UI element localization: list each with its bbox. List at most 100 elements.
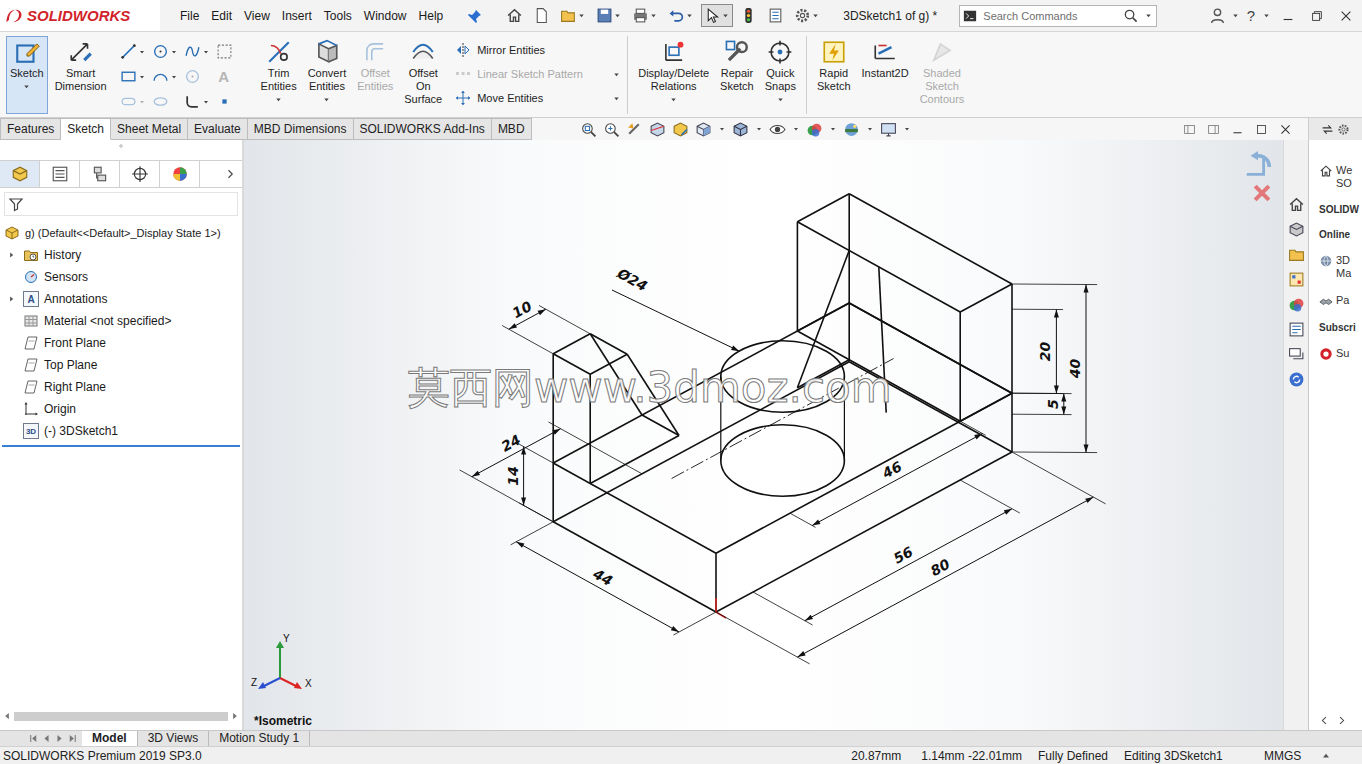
sketch-line[interactable] — [552, 463, 554, 522]
horizontal-scrollbar[interactable] — [0, 708, 242, 724]
dimension-text[interactable]: 56 — [891, 543, 916, 566]
dimension-text[interactable]: 10 — [510, 298, 535, 321]
sketch-tool[interactable] — [152, 64, 184, 89]
task-pane-link[interactable]: WeSO — [1319, 164, 1362, 190]
view-orientation-icon[interactable] — [695, 121, 712, 138]
view-palette-icon[interactable] — [1288, 271, 1305, 288]
sketch-line[interactable] — [960, 284, 1012, 312]
tree-item[interactable]: 3D(-) 3DSketch1 — [0, 420, 242, 442]
sketch-line[interactable] — [849, 194, 1012, 284]
zoom-area-icon[interactable] — [603, 121, 620, 138]
tree-item[interactable]: Sensors — [0, 266, 242, 288]
linear-dimension[interactable]: 80 — [716, 452, 1106, 664]
chevron-right-icon[interactable] — [1336, 715, 1347, 726]
exit-sketch-icon[interactable] — [1243, 150, 1273, 180]
command-button[interactable]: Trim Entities — [257, 36, 301, 114]
dimension-text[interactable]: 14 — [505, 466, 521, 485]
command-tab[interactable]: Sheet Metal — [111, 118, 188, 140]
appearance-icon[interactable] — [806, 121, 823, 138]
sketch-line[interactable] — [642, 415, 679, 436]
sketch-tool[interactable] — [184, 39, 216, 64]
quick-access-button[interactable] — [629, 4, 661, 27]
minimize-icon[interactable] — [1231, 123, 1244, 136]
task-pane-link[interactable]: Su — [1319, 347, 1362, 361]
dimension-text[interactable]: 44 — [590, 565, 616, 589]
model-tab[interactable]: Model — [82, 731, 138, 746]
command-button[interactable]: Smart Dimension — [51, 36, 111, 114]
brand[interactable]: SOLIDWORKS — [0, 0, 160, 31]
rollback-bar[interactable] — [2, 445, 240, 447]
stack-caret[interactable] — [612, 70, 621, 79]
tree-item[interactable]: Top Plane — [0, 354, 242, 376]
search-box[interactable]: Search Commands — [959, 5, 1157, 27]
command-tab[interactable]: Evaluate — [188, 118, 248, 140]
quick-access-button[interactable] — [791, 4, 823, 27]
quick-access-button[interactable] — [530, 4, 553, 27]
search-icon[interactable] — [1123, 8, 1138, 23]
sketch-line[interactable] — [553, 463, 716, 553]
task-pane-link[interactable]: Pa — [1319, 294, 1362, 308]
tree-root[interactable]: g) (Default<<Default>_Display State 1>) — [0, 222, 242, 244]
hide-show-icon[interactable] — [769, 121, 786, 138]
model-tab[interactable]: 3D Views — [138, 731, 209, 746]
chevron-left-icon[interactable] — [1319, 715, 1330, 726]
tree-expander[interactable] — [6, 250, 18, 260]
menu-item[interactable]: Insert — [276, 7, 318, 25]
command-button[interactable]: Rapid Sketch — [813, 36, 855, 114]
menu-item[interactable]: Tools — [318, 7, 358, 25]
sketch-line[interactable] — [716, 393, 1012, 553]
previous-view-icon[interactable] — [626, 121, 643, 138]
sketch-line[interactable] — [590, 334, 627, 355]
dimension-text[interactable]: Ø24 — [614, 265, 650, 295]
menu-item[interactable]: View — [238, 7, 276, 25]
command-button[interactable]: Display/Delete Relations — [634, 36, 713, 114]
sketch-line[interactable] — [797, 222, 799, 331]
linear-dimension[interactable]: 10 — [502, 298, 590, 354]
sketch-tool[interactable] — [184, 89, 216, 114]
panel-tab[interactable] — [120, 161, 160, 187]
command-button[interactable]: Quick Snaps — [761, 36, 800, 114]
nav-next-icon[interactable] — [54, 733, 65, 744]
appearance-icon[interactable] — [1288, 296, 1305, 313]
custom-properties-icon[interactable] — [1288, 321, 1305, 338]
tree-item[interactable]: History — [0, 244, 242, 266]
model-tab[interactable]: Motion Study 1 — [209, 731, 310, 746]
tile-left-icon[interactable] — [1183, 123, 1196, 136]
menu-item[interactable]: File — [174, 7, 205, 25]
sketch-line[interactable] — [553, 522, 716, 612]
linear-dimension[interactable]: 24 — [460, 422, 642, 522]
panel-grip[interactable] — [0, 140, 242, 152]
command-button[interactable]: Offset Entities — [353, 36, 397, 114]
nav-last-icon[interactable] — [67, 733, 78, 744]
arrows-swap-icon[interactable] — [1321, 123, 1334, 136]
design-library-icon[interactable] — [1288, 221, 1305, 238]
sketch-line[interactable] — [1011, 284, 1013, 393]
tree-filter[interactable] — [4, 192, 238, 216]
sketch-tool[interactable] — [152, 39, 184, 64]
tree-item[interactable]: Origin — [0, 398, 242, 420]
sketch-tool[interactable] — [120, 64, 152, 89]
quick-access-button[interactable] — [557, 4, 589, 27]
quick-access-button[interactable] — [503, 4, 526, 27]
sketch-line[interactable] — [797, 194, 849, 222]
scene-icon[interactable] — [843, 121, 860, 138]
file-explorer-icon[interactable] — [1288, 246, 1305, 263]
quick-access-button[interactable] — [701, 4, 733, 27]
command-button[interactable]: Offset On Surface — [400, 36, 446, 114]
dimension-text[interactable]: 20 — [1037, 342, 1053, 362]
command-tab[interactable]: SOLIDWORKS Add-Ins — [354, 118, 492, 140]
refresh-icon[interactable] — [1288, 371, 1305, 388]
tree-expander[interactable] — [6, 294, 18, 304]
pin-menu[interactable] — [467, 8, 483, 24]
linear-dimension[interactable]: 56 — [753, 480, 1020, 625]
gear-icon[interactable] — [1337, 123, 1350, 136]
stack-command[interactable]: Move Entities — [455, 90, 621, 106]
nav-prev-icon[interactable] — [41, 733, 52, 744]
nav-prev-icon[interactable] — [2, 711, 12, 721]
panel-tab[interactable] — [80, 161, 120, 187]
quick-access-button[interactable] — [593, 4, 625, 27]
sketch-tool[interactable] — [184, 64, 216, 89]
zoom-fit-icon[interactable] — [580, 121, 597, 138]
monitor-icon[interactable] — [880, 121, 897, 138]
display-style-icon[interactable] — [732, 121, 749, 138]
